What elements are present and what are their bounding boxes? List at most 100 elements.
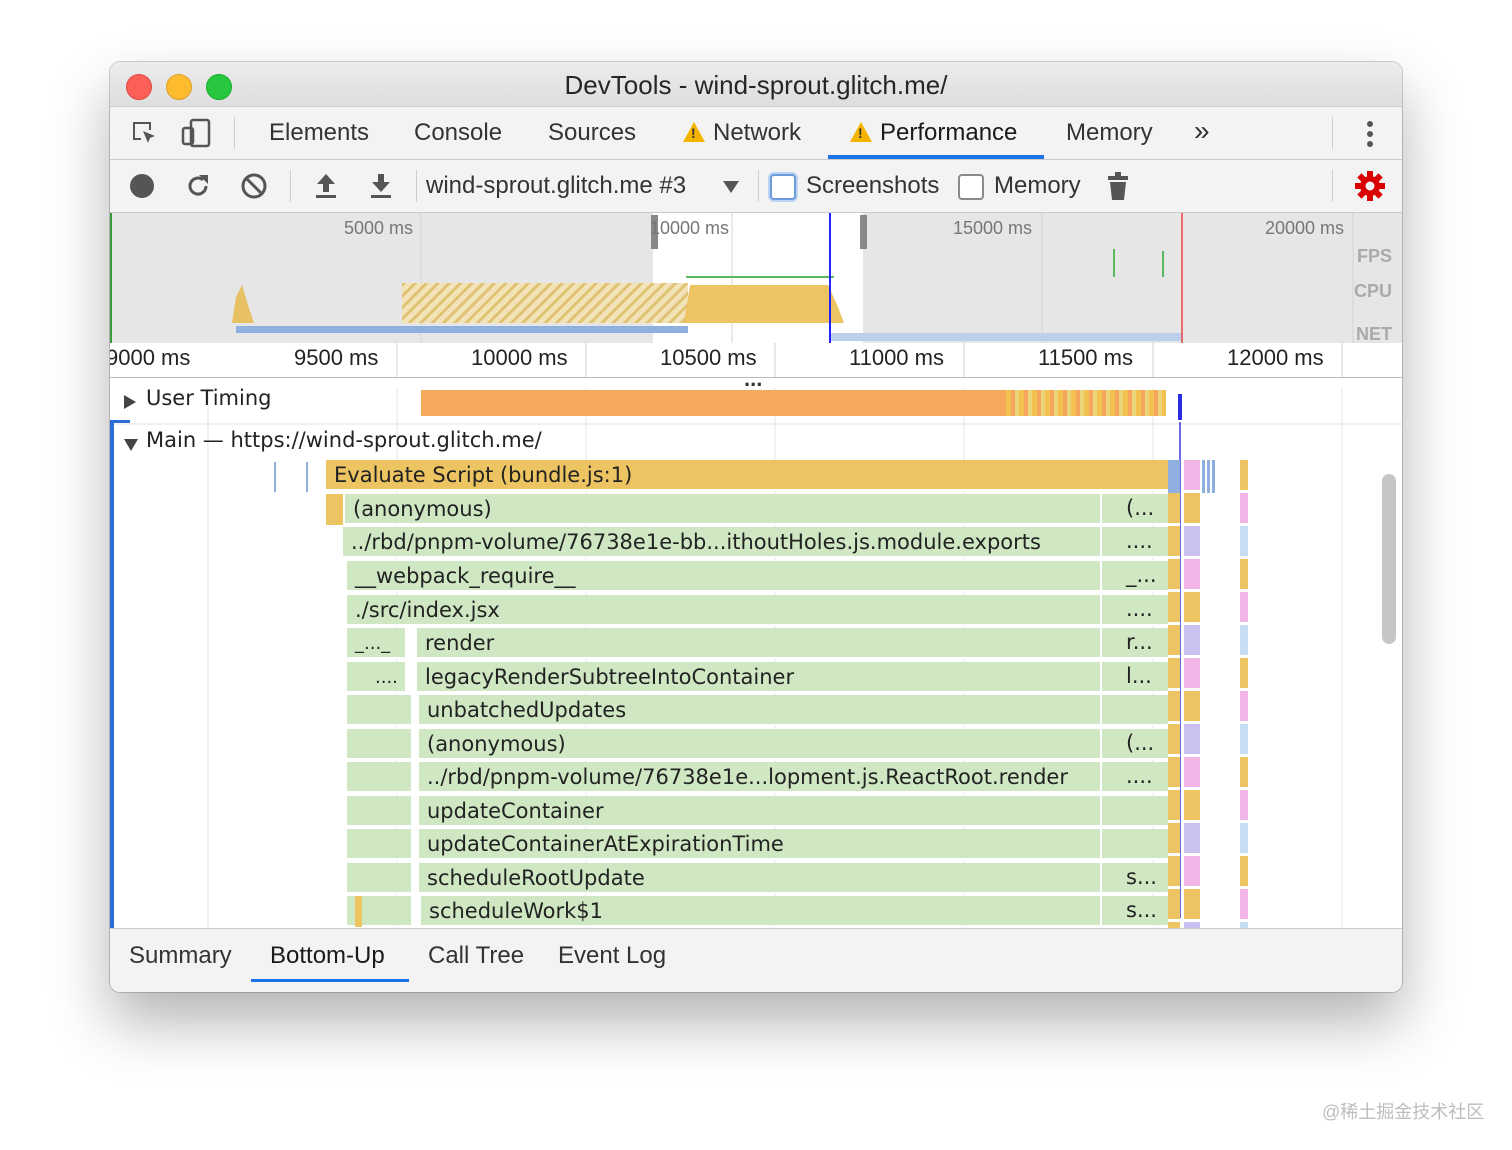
chevron-down-icon[interactable] <box>723 180 739 198</box>
more-tabs-icon[interactable]: » <box>1194 115 1210 147</box>
flame-frame-stub[interactable]: .... <box>347 662 405 693</box>
overview-time-label: 5000 ms <box>344 218 414 238</box>
flame-frame-stub[interactable] <box>347 762 411 793</box>
flame-frame[interactable]: ./src/index.jsx <box>347 595 1168 626</box>
title-bar: DevTools - wind-sprout.glitch.me/ <box>110 62 1402 107</box>
kebab-menu-icon[interactable] <box>1364 119 1376 154</box>
flame-frame[interactable]: updateContainer <box>419 796 1168 827</box>
tab-call-tree[interactable]: Call Tree <box>428 942 524 970</box>
flame-frame[interactable]: updateContainerAtExpirationTime <box>419 829 1168 860</box>
user-timing-marks[interactable] <box>1006 390 1166 416</box>
device-toolbar-icon[interactable] <box>180 117 212 154</box>
flame-frame[interactable]: __webpack_require__ <box>347 561 1168 592</box>
ruler-time-label: 10000 ms <box>471 345 568 370</box>
flame-frame[interactable]: render <box>417 628 1168 659</box>
truncated-frame-label[interactable]: s... <box>1126 898 1157 922</box>
overview-time-label: 20000 ms <box>1265 218 1345 238</box>
download-icon[interactable] <box>368 172 394 205</box>
warning-icon <box>683 122 705 142</box>
tab-summary[interactable]: Summary <box>129 942 232 970</box>
flame-frame[interactable]: Evaluate Script (bundle.js:1) <box>326 460 1168 491</box>
truncated-frame-label[interactable]: l... <box>1126 664 1152 688</box>
tab-network-label: Network <box>713 119 802 146</box>
collapse-arrow-icon[interactable] <box>124 436 138 455</box>
collect-garbage-icon[interactable] <box>1107 171 1129 206</box>
truncated-frame-label[interactable]: r... <box>1126 630 1153 654</box>
net-label: NET <box>1356 324 1392 343</box>
tab-event-log[interactable]: Event Log <box>558 942 666 970</box>
flame-frame[interactable]: scheduleWork$1 <box>421 896 1168 927</box>
thin-marker <box>306 462 308 492</box>
flame-frame-stub[interactable] <box>347 829 411 860</box>
details-tab-bar: Summary Bottom-Up Call Tree Event Log <box>110 928 1402 992</box>
flame-sliver[interactable] <box>1240 460 1248 928</box>
ruler-time-label: 11000 ms <box>849 345 944 370</box>
flame-frame[interactable]: unbatchedUpdates <box>419 695 1168 726</box>
tab-performance[interactable]: Performance <box>850 119 1017 147</box>
truncated-frame-label[interactable]: (... <box>1126 496 1154 520</box>
memory-checkbox[interactable] <box>958 174 984 200</box>
flame-sliver[interactable] <box>1202 460 1216 493</box>
inspect-element-icon[interactable] <box>130 119 160 154</box>
flame-sliver[interactable] <box>1184 460 1200 928</box>
window-title: DevTools - wind-sprout.glitch.me/ <box>564 70 948 100</box>
tab-sources[interactable]: Sources <box>548 119 636 147</box>
memory-label: Memory <box>994 172 1081 199</box>
upload-icon[interactable] <box>313 172 339 205</box>
truncated-frame-label[interactable]: (... <box>1126 731 1154 755</box>
truncated-frame-label[interactable]: _... <box>1126 563 1157 587</box>
ruler-time-label: 10500 ms <box>660 345 757 370</box>
user-timing-track-label[interactable]: User Timing <box>146 388 272 410</box>
flame-frame-stub[interactable] <box>347 695 411 726</box>
overview-time-label: 10000 ms <box>650 218 730 238</box>
clear-icon[interactable] <box>240 172 268 205</box>
flame-frame[interactable]: (anonymous) <box>345 494 1168 525</box>
flame-frame-stub[interactable] <box>347 729 411 760</box>
flame-frame-stub[interactable] <box>355 896 362 927</box>
tab-network[interactable]: Network <box>683 119 801 147</box>
thin-marker <box>274 462 276 492</box>
flame-frame[interactable]: ../rbd/pnpm-volume/76738e1e...lopment.js… <box>419 762 1168 793</box>
flame-frame-stub[interactable] <box>347 796 411 827</box>
flame-sliver[interactable] <box>1168 460 1180 928</box>
tab-console[interactable]: Console <box>414 119 502 147</box>
timeline-overview[interactable]: 5000 ms 10000 ms 15000 ms 20000 ms FPS C… <box>110 213 1402 343</box>
record-icon[interactable] <box>129 173 155 204</box>
flame-chart[interactable]: User Timing Main — https://wind-sprout.g… <box>110 388 1402 928</box>
ruler-time-label: 9000 ms <box>110 345 191 370</box>
warning-icon <box>850 122 872 142</box>
truncated-frame-label[interactable]: s... <box>1126 865 1157 889</box>
truncated-frame-label[interactable]: .... <box>1126 529 1153 553</box>
flame-frame[interactable]: ../rbd/pnpm-volume/76738e1e-bb...ithoutH… <box>343 527 1168 558</box>
screenshots-checkbox[interactable] <box>770 174 796 200</box>
flame-frame[interactable]: (anonymous) <box>419 729 1168 760</box>
fps-label: FPS <box>1356 246 1392 266</box>
flame-sliver[interactable] <box>1168 460 1180 493</box>
screenshots-label: Screenshots <box>806 172 940 199</box>
profile-select[interactable]: wind-sprout.glitch.me #3 <box>426 172 686 200</box>
capture-settings-gear-icon[interactable] <box>1354 170 1386 207</box>
tab-memory[interactable]: Memory <box>1066 119 1153 147</box>
truncated-frame-label[interactable]: .... <box>1126 597 1153 621</box>
panel-tab-bar: Elements Console Sources Network Perform… <box>110 107 1402 160</box>
tab-bottom-up[interactable]: Bottom-Up <box>270 942 385 970</box>
active-tab-indicator <box>828 155 1044 159</box>
flame-frame[interactable]: scheduleRootUpdate <box>419 863 1168 894</box>
user-timing-bar[interactable] <box>421 390 1006 416</box>
flame-frame[interactable]: legacyRenderSubtreeIntoContainer <box>417 662 1168 693</box>
ruler-time-label: 9500 ms <box>294 345 379 370</box>
performance-toolbar: wind-sprout.glitch.me #3 Screenshots Mem… <box>110 160 1402 213</box>
devtools-window: DevTools - wind-sprout.glitch.me/ Elemen… <box>110 62 1402 992</box>
flame-frame-stub[interactable] <box>326 494 343 525</box>
expand-arrow-icon[interactable] <box>124 394 136 413</box>
flame-scrollbar-thumb[interactable] <box>1382 474 1396 644</box>
reload-icon[interactable] <box>184 172 212 205</box>
main-track-label[interactable]: Main — https://wind-sprout.glitch.me/ <box>146 428 542 452</box>
overview-time-label: 15000 ms <box>953 218 1033 238</box>
truncated-frame-label[interactable]: .... <box>1126 764 1153 788</box>
flame-frame-stub[interactable] <box>347 863 411 894</box>
tab-elements[interactable]: Elements <box>269 119 369 147</box>
flame-frame-stub[interactable]: _..._ <box>347 628 405 659</box>
cpu-label: CPU <box>1353 281 1392 301</box>
main-track-bracket <box>110 420 130 423</box>
